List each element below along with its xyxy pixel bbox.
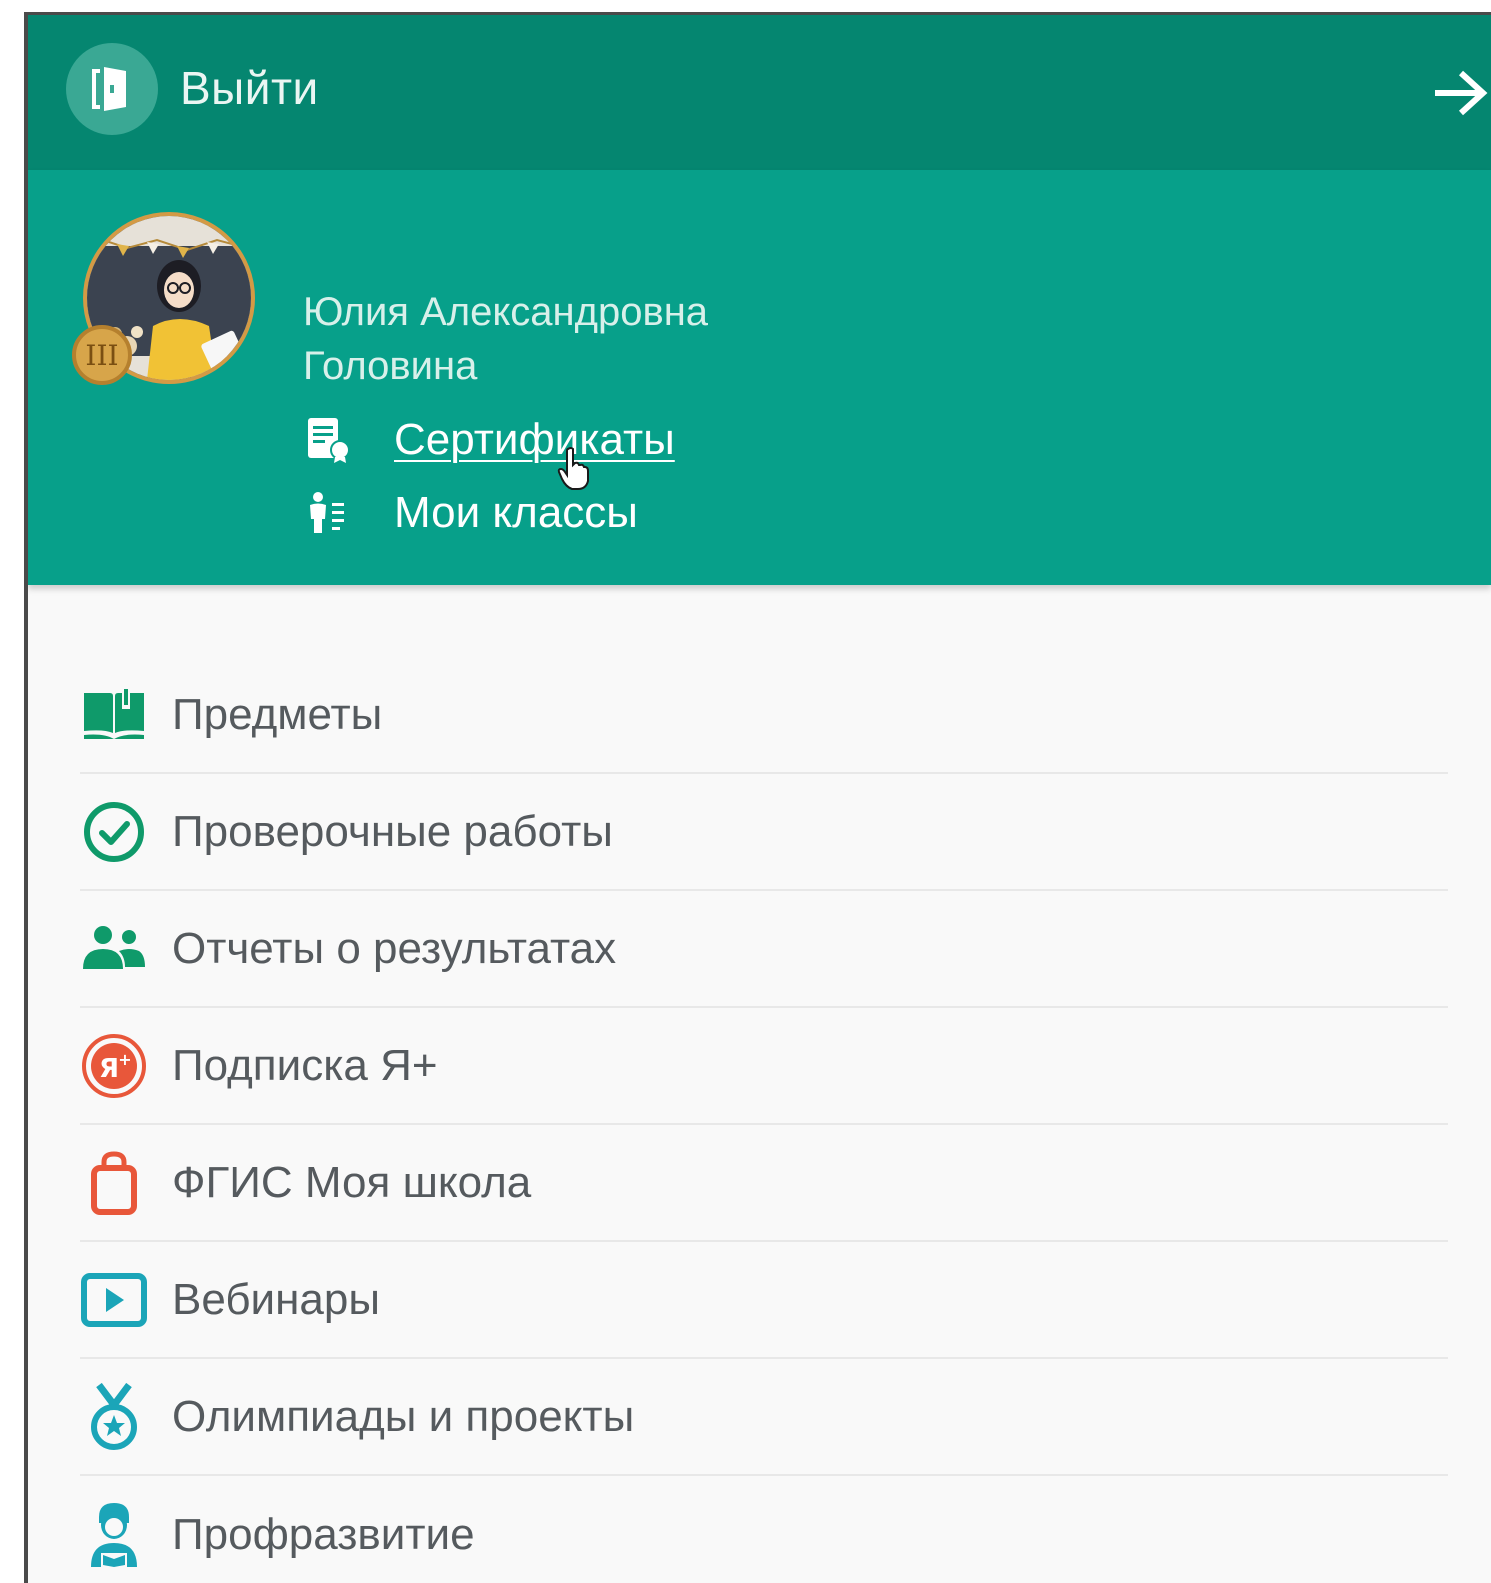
menu-item-label: Предметы xyxy=(172,689,383,739)
check-circle-icon xyxy=(80,798,148,866)
menu-item-label: Профразвитие xyxy=(172,1509,475,1559)
main-menu: Предметы Проверочные работы Отчеты о рез… xyxy=(80,657,1448,1583)
user-name-line1: Юлия Александровна xyxy=(303,290,709,334)
menu-item-prof-development[interactable]: Профразвитие xyxy=(80,1476,1448,1583)
my-classes-link[interactable]: Мои классы xyxy=(306,488,638,538)
menu-item-reports[interactable]: Отчеты о результатах xyxy=(80,891,1448,1008)
menu-item-label: ФГИС Моя школа xyxy=(172,1157,532,1207)
logout-label[interactable]: Выйти xyxy=(180,61,319,115)
hand-cursor-icon xyxy=(557,447,589,490)
menu-item-label: Отчеты о результатах xyxy=(172,923,617,973)
menu-item-label: Подписка Я+ xyxy=(172,1040,438,1090)
book-icon xyxy=(80,681,148,749)
logout-button[interactable] xyxy=(66,43,158,135)
teacher-icon xyxy=(80,1501,148,1569)
header-bar: Выйти xyxy=(28,15,1491,170)
menu-item-fgis[interactable]: ФГИС Моя школа xyxy=(80,1125,1448,1242)
svg-text:Я: Я xyxy=(99,1054,119,1084)
my-classes-label[interactable]: Мои классы xyxy=(394,488,638,538)
menu-item-subscription[interactable]: Я + Подписка Я+ xyxy=(80,1008,1448,1125)
certificate-icon xyxy=(306,415,356,465)
menu-item-label: Олимпиады и проекты xyxy=(172,1391,635,1441)
user-name-line2: Головина xyxy=(303,344,478,388)
certificates-label[interactable]: Сертификаты xyxy=(394,415,675,465)
users-icon xyxy=(80,915,148,983)
menu-item-olympiads[interactable]: Олимпиады и проекты xyxy=(80,1359,1448,1476)
side-menu-panel: Выйти III Юлия Александровна Головина Се… xyxy=(24,12,1491,1583)
menu-item-subjects[interactable]: Предметы xyxy=(80,657,1448,774)
certificates-link[interactable]: Сертификаты xyxy=(306,415,675,465)
menu-item-label: Проверочные работы xyxy=(172,806,613,856)
shopping-bag-icon xyxy=(80,1149,148,1217)
medal-icon xyxy=(80,1382,148,1451)
profile-section: III Юлия Александровна Головина Сертифик… xyxy=(28,170,1491,585)
menu-item-webinars[interactable]: Вебинары xyxy=(80,1242,1448,1359)
svg-text:+: + xyxy=(118,1050,131,1069)
play-screen-icon xyxy=(80,1266,148,1334)
menu-item-label: Вебинары xyxy=(172,1274,380,1324)
door-exit-icon xyxy=(92,67,126,111)
arrow-right-icon[interactable] xyxy=(1431,67,1491,119)
ya-plus-icon: Я + xyxy=(80,1032,148,1100)
user-name: Юлия Александровна Головина xyxy=(303,285,708,393)
class-list-icon xyxy=(306,488,356,538)
level-badge: III xyxy=(72,325,132,385)
menu-item-tests[interactable]: Проверочные работы xyxy=(80,774,1448,891)
